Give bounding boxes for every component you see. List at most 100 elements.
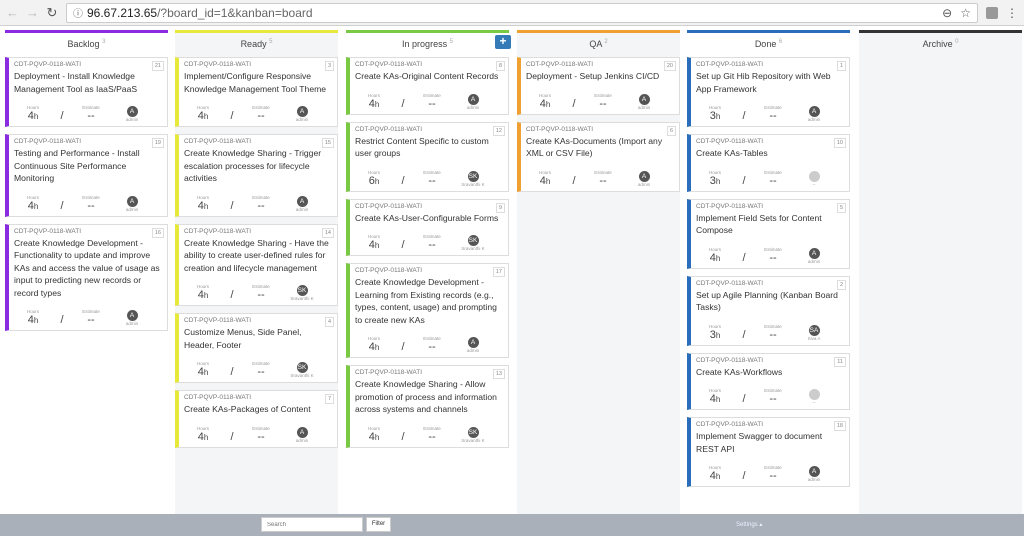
kanban-card[interactable]: CDT-PQVP-0118-WATI 19 Testing and Performa… [5, 134, 168, 217]
kanban-card[interactable]: CDT-PQVP-0118-WATI 16 Create Knowledge Dev… [5, 223, 168, 331]
settings-button[interactable]: Settings ▴ [736, 521, 762, 528]
hours-unit: h [715, 472, 721, 481]
card-number: 18 [833, 421, 846, 431]
card-title[interactable]: Create KAs-User-Configurable Forms [355, 212, 503, 225]
assignee[interactable]: Aadmin [626, 170, 662, 187]
assignee[interactable]: Aadmin [114, 310, 150, 326]
back-icon[interactable]: ← [6, 5, 19, 20]
card-number: 19 [151, 138, 164, 148]
kanban-card[interactable]: CDT-PQVP-0118-WATI 4 Customize Menus, Side… [175, 313, 338, 383]
assignee[interactable]: SK Sravanthi K [455, 235, 491, 251]
assignee[interactable]: SA Siva A [796, 324, 832, 341]
kanban-card[interactable]: CDT-PQVP-0118-WATI 12 Restrict Content Spe… [346, 121, 509, 192]
estimate-value: -- [769, 470, 777, 482]
separator: / [742, 328, 746, 341]
star-icon[interactable]: ☆ [960, 6, 971, 20]
card-title[interactable]: Set up Agile Planning (Kanban Board Task… [696, 289, 844, 314]
kanban-card[interactable]: CDT-PQVP-0118-WATI 7 Create KAs-Packages o… [175, 390, 338, 448]
assignee[interactable]: Aadmin [455, 93, 491, 110]
assignee[interactable]: Aadmin [284, 106, 320, 122]
card-title[interactable]: Create KAs-Original Content Records [355, 70, 503, 83]
card-title[interactable]: Implement Swagger to document REST API [696, 430, 844, 455]
card-title[interactable]: Set up Git Hib Repository with Web App F… [696, 70, 844, 95]
kanban-card[interactable]: CDT-PQVP-0118-WATI 14 Create Knowledge Sha… [175, 223, 338, 306]
assignee[interactable]: SK Sravanthi K [284, 285, 320, 301]
assignee[interactable]: SK Sravanthi K [455, 426, 491, 443]
card-title[interactable]: Create KAs-Documents (Import any XML or … [526, 135, 674, 160]
card-title[interactable]: Implement/Configure Responsive Knowledge… [184, 70, 332, 95]
kanban-card[interactable]: CDT-PQVP-0118-WATI 11 Create KAs-Workflows… [687, 352, 850, 410]
assignee[interactable]: Aadmin [114, 195, 150, 212]
card-meta: Hours 4h / Estimate -- SK Sravanthi K [184, 277, 332, 301]
kanban-card[interactable]: CDT-PQVP-0118-WATI 1 Set up Git Hib Reposi… [687, 57, 850, 127]
card-project-id: CDT-PQVP-0118-WATI [355, 125, 423, 133]
kanban-card[interactable]: CDT-PQVP-0118-WATI 21 Deployment - Install… [5, 57, 168, 127]
assignee[interactable]: Aadmin [284, 195, 320, 212]
extension-icon[interactable] [986, 6, 998, 19]
kanban-card[interactable]: CDT-PQVP-0118-WATI 3 Implement/Configure R… [175, 57, 338, 127]
card-meta: Hours 4h / Estimate -- Aadmin [184, 188, 332, 212]
assignee[interactable]: Aadmin [114, 106, 150, 122]
separator: / [401, 341, 405, 353]
assignee[interactable]: SK Sravanthi K [284, 362, 320, 378]
assignee[interactable]: Aadmin [796, 106, 832, 122]
card-title[interactable]: Deployment - Setup Jenkins CI/CD [526, 70, 674, 83]
assignee[interactable]: SK Sravanthi K [455, 170, 491, 187]
assignee[interactable]: Aadmin [626, 93, 662, 110]
kanban-card[interactable]: CDT-PQVP-0118-WATI 13 Create Knowledge Sha… [346, 365, 509, 448]
kanban-card[interactable]: CDT-PQVP-0118-WATI 18 Implement Swagger to… [687, 417, 850, 487]
kanban-card[interactable]: CDT-PQVP-0118-WATI 5 Implement Field Sets … [687, 198, 850, 269]
card-title[interactable]: Create Knowledge Sharing - Trigger escal… [184, 147, 332, 185]
assignee-name: admin [125, 321, 139, 326]
filter-button[interactable]: Filter [366, 517, 391, 532]
hours-value: 4h [184, 200, 222, 212]
card-title[interactable]: Deployment - Install Knowledge Managemen… [14, 70, 162, 95]
search-input[interactable] [261, 517, 363, 532]
kanban-card[interactable]: CDT-PQVP-0118-WATI 15 Create Knowledge Sha… [175, 134, 338, 217]
card-project-id: CDT-PQVP-0118-WATI [14, 61, 82, 68]
kanban-card[interactable]: CDT-PQVP-0118-WATI 2 Set up Agile Planning… [687, 275, 850, 346]
hours-field: Hours 3h [696, 170, 734, 187]
assignee[interactable]: Aadmin [284, 426, 320, 443]
zoom-icon[interactable]: ⊖ [942, 6, 952, 20]
estimate-value: -- [257, 199, 265, 212]
card-title[interactable]: Create KAs-Workflows [696, 366, 844, 379]
card-title[interactable]: Implement Field Sets for Content Compose [696, 212, 844, 237]
hours-field: Hours 6h [355, 170, 393, 187]
card-title[interactable]: Create Knowledge Sharing - Allow promoti… [355, 378, 503, 416]
assignee[interactable]: Aadmin [796, 247, 832, 264]
kanban-card[interactable]: CDT-PQVP-0118-WATI 17 Create Knowledge Dev… [346, 263, 509, 358]
card-number: 15 [321, 138, 334, 148]
card-title[interactable]: Customize Menus, Side Panel, Header, Foo… [184, 326, 332, 351]
card-meta: Hours 4h / Estimate -- Aadmin [526, 163, 674, 187]
card-title[interactable]: Restrict Content Specific to custom user… [355, 135, 503, 160]
card-title[interactable]: Testing and Performance - Install Contin… [14, 147, 162, 185]
add-card-button[interactable]: + [495, 35, 511, 49]
card-meta: Hours 4h / Estimate -- SK Sravanthi K [355, 227, 503, 251]
kanban-card[interactable]: CDT-PQVP-0118-WATI 10 Create KAs-Tables Hou… [687, 134, 850, 192]
address-bar[interactable]: ⓘ 96.67.213.65/?board_id=1&kanban=board … [66, 2, 978, 23]
assignee[interactable]: -- [796, 389, 832, 405]
card-meta: Hours 4h / Estimate -- Aadmin [355, 329, 503, 353]
column-title: Done [754, 39, 777, 49]
card-title[interactable]: Create KAs-Packages of Content [184, 403, 332, 416]
assignee[interactable]: -- [796, 170, 832, 187]
kanban-card[interactable]: CDT-PQVP-0118-WATI 9 Create KAs-User-Confi… [346, 198, 509, 256]
kanban-card[interactable]: CDT-PQVP-0118-WATI 6 Create KAs-Documents … [517, 121, 680, 192]
reload-icon[interactable]: ↻ [46, 5, 58, 21]
card-title[interactable]: Create Knowledge Development - Learning … [355, 276, 503, 326]
forward-icon[interactable]: → [26, 5, 39, 20]
assignee[interactable]: Aadmin [455, 337, 491, 353]
info-icon: ⓘ [73, 9, 83, 20]
menu-icon[interactable]: ⋮ [1006, 6, 1018, 20]
kanban-card[interactable]: CDT-PQVP-0118-WATI 8 Create KAs-Original C… [346, 57, 509, 115]
card-title[interactable]: Create KAs-Tables [696, 147, 844, 160]
card-title[interactable]: Create Knowledge Development - Functiona… [14, 237, 162, 300]
estimate-field: Estimate -- [754, 388, 792, 405]
card-title[interactable]: Create Knowledge Sharing - Have the abil… [184, 237, 332, 275]
estimate-value: -- [769, 110, 777, 122]
kanban-card[interactable]: CDT-PQVP-0118-WATI 20 Deployment - Setup J… [517, 57, 680, 115]
estimate-field: Estimate -- [754, 105, 792, 122]
assignee[interactable]: Aadmin [796, 466, 832, 482]
card-project-id: CDT-PQVP-0118-WATI [184, 138, 252, 145]
